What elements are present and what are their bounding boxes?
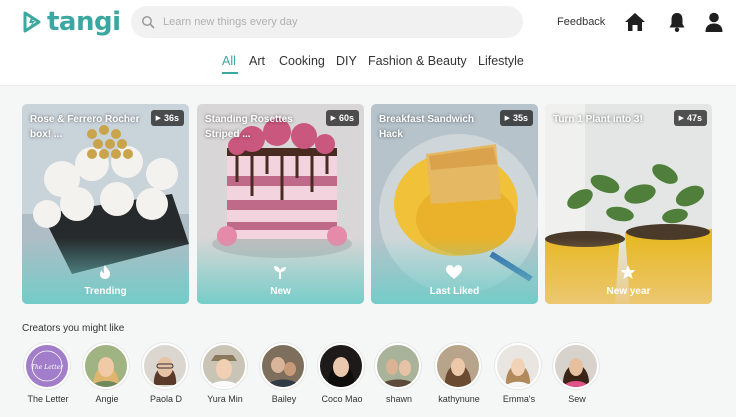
play-icon: ▶ [678,115,684,122]
creator-name: Yura Min [207,394,243,404]
avatar[interactable] [375,343,421,389]
creator-item[interactable]: Paola D [138,343,194,404]
avatar[interactable] [318,343,364,389]
card-title: Standing Rosettes Striped ... [205,114,293,140]
card-title: Rose & Ferrero Rocher box! ... [30,114,140,140]
video-card[interactable]: Rose & Ferrero Rocher box! ... ▶ 36s Tren… [22,104,189,304]
star-icon [620,265,636,279]
tab-lifestyle[interactable]: Lifestyle [478,54,524,68]
avatar-photo [266,357,300,387]
creator-name: shawn [385,394,412,404]
avatar-photo [505,358,531,387]
creator-item[interactable]: Sew [549,343,605,404]
avatar-photo [562,358,590,387]
avatar-photo [327,357,355,387]
duration-badge: ▶ 60s [325,110,359,126]
play-icon: ▶ [504,115,510,122]
play-icon: ▶ [155,115,161,122]
avatar-photo [91,357,121,387]
avatar[interactable] [201,343,247,389]
main-content: Rose & Ferrero Rocher box! ... ▶ 36s Tren… [0,86,736,417]
tangi-logo[interactable]: tangi [22,7,121,37]
avatar-photo [209,355,239,387]
creator-name: Angie [95,394,119,404]
category-tabs: All Art Cooking DIY Fashion & Beauty Lif… [0,52,736,74]
duration-badge: ▶ 36s [150,110,184,126]
creator-item[interactable]: Emma's [491,343,547,404]
heart-icon [446,265,462,279]
tab-art[interactable]: Art [249,54,265,68]
card-tag-label: New year [606,286,651,297]
avatar[interactable] [142,343,188,389]
video-card[interactable]: Turn 1 Plant into 3! ▶ 47s New year [545,104,712,304]
creator-name: The Letter [27,394,69,404]
duration-badge: ▶ 35s [499,110,533,126]
play-icon: ▶ [330,115,336,122]
card-tag-label: Last Liked [429,286,480,297]
creator-item[interactable]: shawn [371,343,427,404]
creator-item[interactable]: Yura Min [197,343,253,404]
user-icon[interactable] [703,11,725,33]
search-icon [142,16,155,29]
avatar-photo [444,358,472,387]
bell-icon[interactable] [666,11,688,33]
search-input[interactable] [163,16,493,28]
flame-icon [100,265,110,279]
card-title: Breakfast Sandwich Hack [379,114,475,140]
svg-text:The Letter: The Letter [31,364,64,371]
avatar[interactable] [435,343,481,389]
avatar[interactable] [495,343,541,389]
sprout-icon [274,266,286,279]
header: tangi Feedback All Art Cooking DIY Fashi… [0,0,736,86]
card-tag-label: Trending [84,286,127,297]
the-letter-logo: The Letter [31,350,64,382]
tab-fashion-beauty[interactable]: Fashion & Beauty [368,54,467,68]
creator-item[interactable]: The Letter The Letter [20,343,76,404]
avatar[interactable]: The Letter [24,343,70,389]
tab-cooking[interactable]: Cooking [279,54,325,68]
feedback-link[interactable]: Feedback [557,16,605,28]
avatar[interactable] [260,343,306,389]
tab-diy[interactable]: DIY [336,54,357,68]
video-card[interactable]: Breakfast Sandwich Hack ▶ 35s Last Liked [371,104,538,304]
avatar-photo [379,359,417,387]
avatar[interactable] [553,343,599,389]
creator-item[interactable]: Coco Mao [314,343,370,404]
video-card[interactable]: Standing Rosettes Striped ... ▶ 60s New [197,104,364,304]
card-title: Turn 1 Plant into 3! [553,114,643,125]
creator-name: Sew [568,394,586,404]
creator-item[interactable]: Bailey [256,343,312,404]
home-icon[interactable] [624,11,646,33]
avatar[interactable] [83,343,129,389]
search-bar[interactable] [131,6,523,38]
avatar-photo [153,357,177,385]
app-name: tangi [47,7,121,37]
creator-name: kathynune [438,394,480,404]
tangi-logo-icon [23,11,41,33]
creator-item[interactable]: Angie [79,343,135,404]
creator-name: Paola D [149,394,183,404]
active-tab-indicator [222,72,238,74]
creators-section-title: Creators you might like [22,323,125,334]
creator-item[interactable]: kathynune [431,343,487,404]
tab-all[interactable]: All [222,54,236,68]
duration-badge: ▶ 47s [673,110,707,126]
card-tag-label: New [270,286,291,297]
